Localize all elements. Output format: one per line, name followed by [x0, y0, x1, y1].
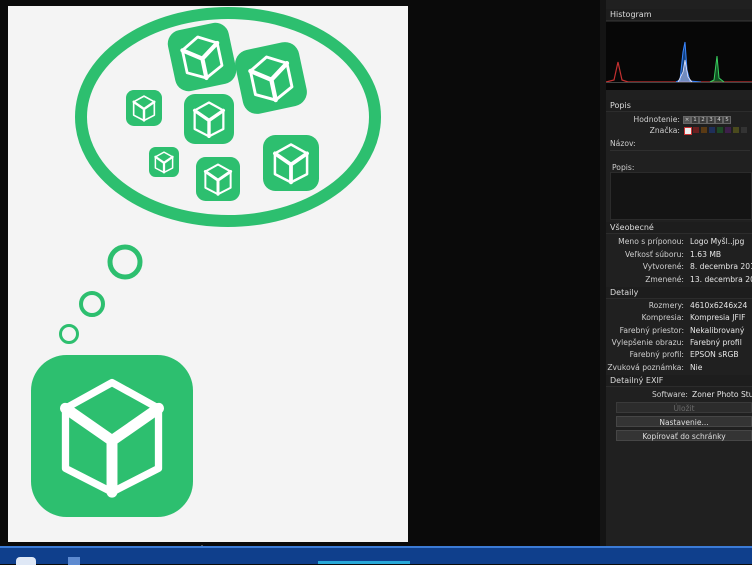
- rating-2[interactable]: 2: [699, 116, 707, 124]
- photo-preview: [8, 6, 408, 542]
- tag-orange[interactable]: [701, 127, 707, 133]
- popis-title[interactable]: Popis: [606, 100, 752, 112]
- detail-row-label: Vylepšenie obrazu:: [611, 337, 684, 347]
- general-row-value: 13. decembra 2015: [690, 274, 752, 284]
- detail-row-value: 4610x6246x24: [690, 301, 748, 310]
- detail-row-value: Farebný profil: [690, 337, 742, 347]
- general-row-label: Veľkosť súboru:: [625, 249, 684, 259]
- rating-3[interactable]: 3: [707, 116, 715, 124]
- exif-title[interactable]: Detailný EXIF: [606, 375, 752, 387]
- detail-row-label: Kompresia:: [641, 313, 684, 323]
- detail-row-label: Farebný priestor:: [619, 325, 684, 335]
- tag-gray[interactable]: [741, 127, 747, 133]
- detail-row-label: Farebný profil:: [629, 350, 684, 360]
- description-label: Popis:: [612, 163, 635, 172]
- info-panel: Histogram Popis Hodnotenie: × 1 2 3 4 5 …: [606, 0, 752, 546]
- general-row-label: Zmenené:: [645, 274, 684, 284]
- tag-red[interactable]: [693, 127, 699, 133]
- cube-icon: [184, 94, 234, 144]
- settings-button[interactable]: Nastavenie...: [616, 416, 752, 427]
- detail-row-value: Nekalibrovaný: [690, 325, 745, 335]
- cube-icon: [235, 42, 307, 114]
- histogram-graph: [606, 22, 752, 90]
- cube-icon: [126, 90, 162, 126]
- software-label: Software:: [651, 390, 688, 399]
- name-label: Názov:: [610, 139, 636, 148]
- tag-blue[interactable]: [709, 127, 715, 133]
- detail-row-label: Rozmery:: [648, 301, 684, 310]
- tag-green[interactable]: [717, 127, 723, 133]
- tag-purple[interactable]: [725, 127, 731, 133]
- thought-bubble-logo-image: [31, 7, 381, 517]
- software-value: Zoner Photo Studi: [692, 390, 752, 399]
- detaily-title[interactable]: Detaily: [606, 287, 752, 299]
- rating-1[interactable]: 1: [691, 116, 699, 124]
- cube-icon: [263, 135, 319, 191]
- general-row-value: 8. decembra 2015 2: [690, 262, 752, 271]
- rating-clear-icon[interactable]: ×: [683, 116, 691, 124]
- general-row-value: 1.63 MB: [690, 249, 722, 259]
- image-viewer-canvas[interactable]: [0, 0, 600, 549]
- tag-label: Značka:: [649, 126, 680, 135]
- vseobecne-title[interactable]: Všeobecné: [606, 222, 752, 234]
- description-field[interactable]: [610, 172, 752, 220]
- general-row-label: Meno s príponou:: [618, 237, 684, 246]
- general-row-label: Vytvorené:: [642, 262, 684, 271]
- rating-label: Hodnotenie:: [633, 115, 680, 124]
- tag-none-icon[interactable]: [684, 127, 692, 135]
- cube-icon: [167, 22, 237, 92]
- tag-yellow[interactable]: [733, 127, 739, 133]
- detail-row-value: Kompresia JFIF: [690, 313, 746, 323]
- detail-row-label: Zvuková poznámka:: [607, 362, 684, 372]
- cube-icon: [31, 355, 193, 517]
- rating-4[interactable]: 4: [715, 116, 723, 124]
- detail-row-value: Nie: [690, 362, 703, 372]
- save-button[interactable]: Úložit: [616, 402, 752, 413]
- histogram-title[interactable]: Histogram: [606, 9, 752, 21]
- rating-5[interactable]: 5: [723, 116, 731, 124]
- cube-icon: [196, 157, 240, 201]
- general-row-value: Logo Myšl..jpg: [690, 237, 745, 246]
- cube-icon: [149, 147, 179, 177]
- taskbar-edge: [0, 546, 752, 548]
- copy-to-clipboard-button[interactable]: Kopírovať do schránky: [616, 430, 752, 441]
- detail-row-value: EPSON sRGB: [690, 350, 739, 360]
